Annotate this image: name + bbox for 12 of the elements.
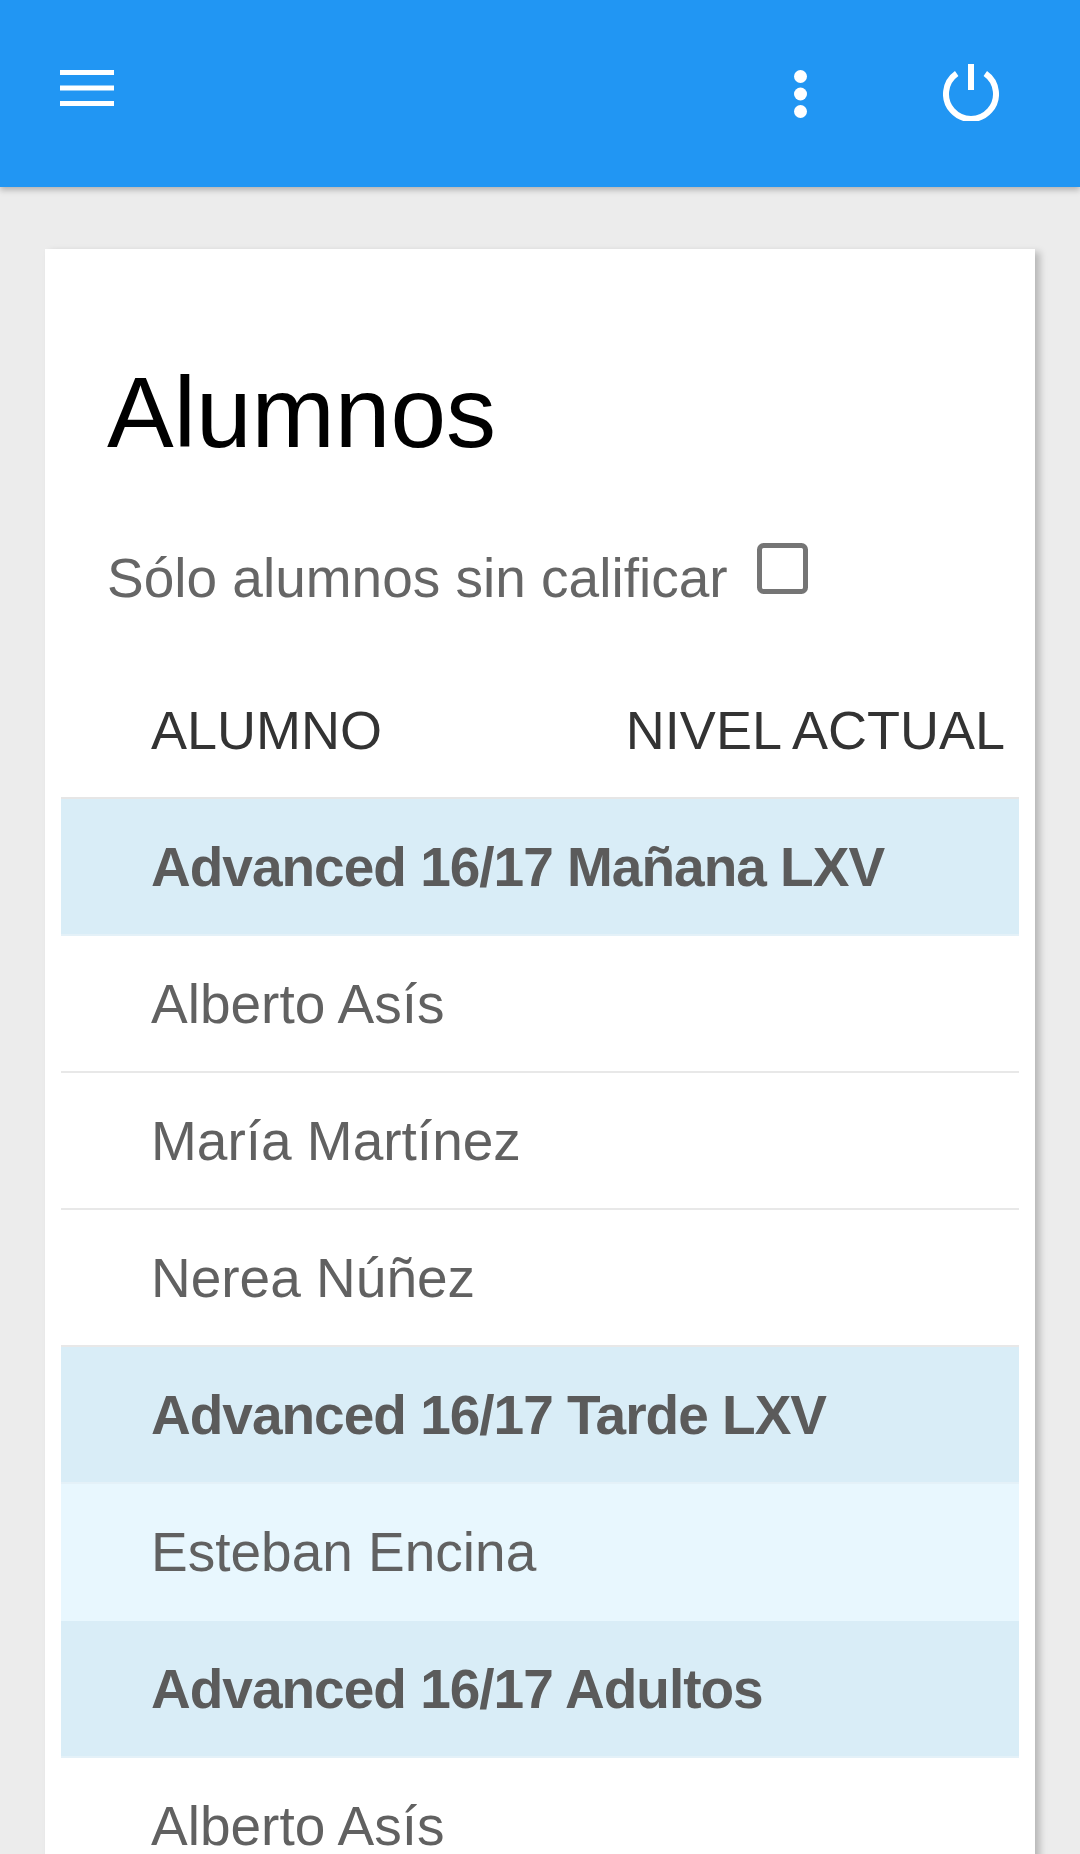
power-icon[interactable] xyxy=(943,64,999,121)
more-options-icon[interactable] xyxy=(794,69,807,118)
group-header-row: Advanced 16/17 Tarde LXV xyxy=(61,1347,1019,1484)
checkbox[interactable] xyxy=(756,543,808,594)
column-header: ALUMNO xyxy=(151,698,383,761)
column-header: NIVEL ACTUAL xyxy=(625,698,1005,761)
group-header-row: Advanced 16/17 Adultos xyxy=(61,1621,1019,1758)
filter-label: Sólo alumnos sin calificar xyxy=(107,546,728,611)
menu-icon[interactable] xyxy=(60,69,114,106)
student-row[interactable]: Esteban Encina xyxy=(61,1484,1019,1621)
group-header-row: Advanced 16/17 Mañana LXV xyxy=(61,799,1019,936)
page-title: Alumnos xyxy=(107,355,498,470)
